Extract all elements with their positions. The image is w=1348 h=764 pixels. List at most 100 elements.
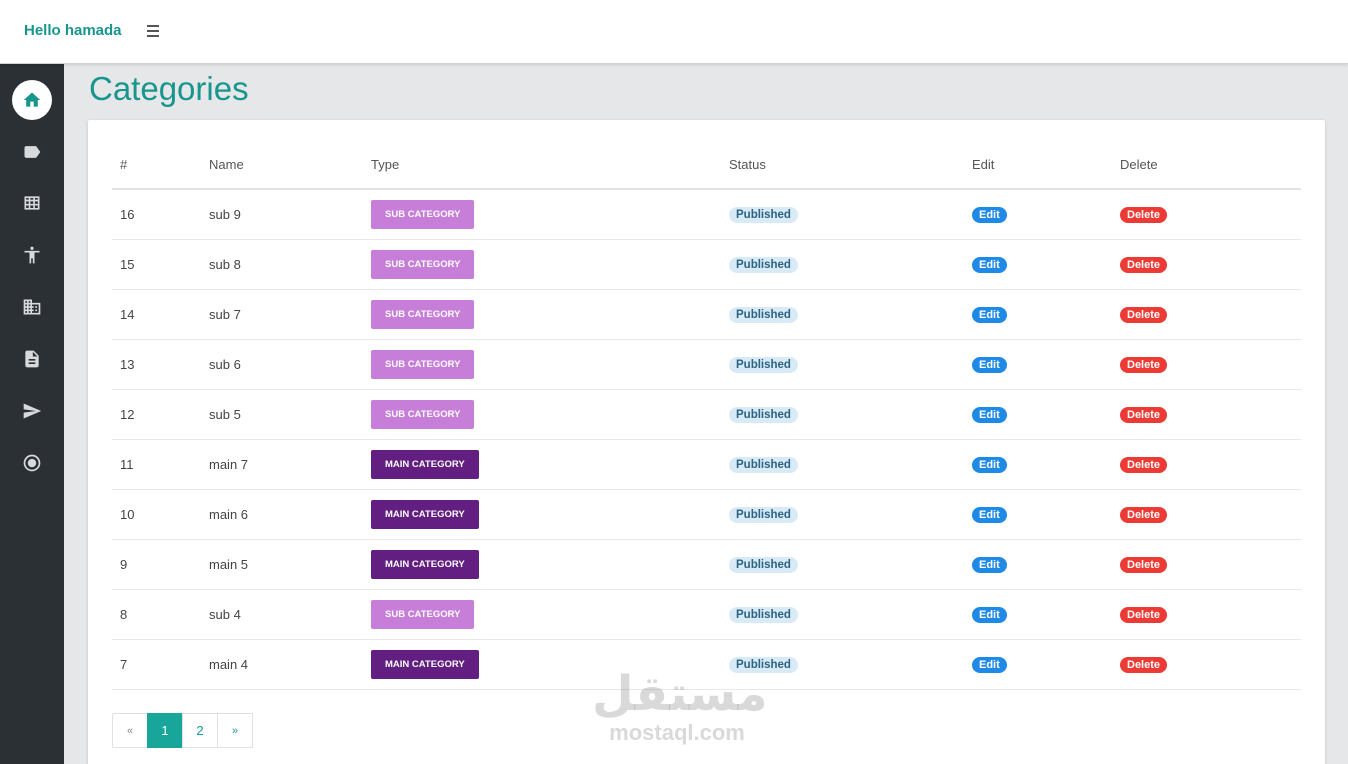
delete-button[interactable]: Delete (1120, 456, 1168, 473)
row-edit-cell: Edit (964, 239, 1112, 290)
category-type-badge: SUB CATEGORY (371, 399, 475, 429)
sidebar-item-home[interactable] (12, 80, 52, 120)
row-status-cell: Published (721, 239, 964, 290)
header-edit: Edit (964, 140, 1112, 190)
edit-button[interactable]: Edit (972, 606, 1007, 623)
row-delete-cell: Delete (1112, 639, 1301, 690)
status-badge: Published (729, 206, 798, 223)
delete-button[interactable]: Delete (1120, 356, 1168, 373)
row-status-cell: Published (721, 289, 964, 340)
edit-button[interactable]: Edit (972, 456, 1007, 473)
row-id: 9 (112, 539, 201, 590)
row-name: sub 5 (201, 389, 363, 440)
radio-button-icon (23, 454, 41, 472)
row-type-cell: SUB CATEGORY (363, 589, 721, 640)
delete-button[interactable]: Delete (1120, 606, 1168, 623)
header-name: Name (201, 140, 363, 190)
sidebar (0, 64, 64, 764)
sidebar-item-tables[interactable] (12, 183, 52, 223)
header-type: Type (363, 140, 721, 190)
status-badge: Published (729, 356, 798, 373)
row-delete-cell: Delete (1112, 539, 1301, 590)
table-row: 9 main 5 MAIN CATEGORY Published Edit Delete (112, 539, 1301, 590)
sidebar-item-send[interactable] (12, 391, 52, 431)
row-edit-cell: Edit (964, 489, 1112, 540)
building-icon (23, 299, 41, 315)
table-row: 14 sub 7 SUB CATEGORY Published Edit Delete (112, 289, 1301, 340)
row-status-cell: Published (721, 389, 964, 440)
delete-button[interactable]: Delete (1120, 256, 1168, 273)
header-delete: Delete (1112, 140, 1301, 190)
delete-button[interactable]: Delete (1120, 556, 1168, 573)
brand-greeting[interactable]: Hello hamada (24, 22, 122, 39)
status-badge: Published (729, 456, 798, 473)
table-row: 12 sub 5 SUB CATEGORY Published Edit Delete (112, 389, 1301, 440)
edit-button[interactable]: Edit (972, 556, 1007, 573)
table-body: 16 sub 9 SUB CATEGORY Published Edit Delete 15… (112, 189, 1301, 690)
pagination-page-1[interactable]: 1 (147, 713, 183, 748)
edit-button[interactable]: Edit (972, 306, 1007, 323)
row-name: sub 8 (201, 239, 363, 290)
sidebar-item-accessibility[interactable] (12, 235, 52, 275)
status-badge: Published (729, 406, 798, 423)
delete-button[interactable]: Delete (1120, 306, 1168, 323)
edit-button[interactable]: Edit (972, 506, 1007, 523)
menu-toggle-icon[interactable] (147, 25, 163, 39)
category-type-badge: MAIN CATEGORY (371, 649, 479, 679)
watermark-logo: مستقل mostaql.com (592, 666, 768, 746)
row-edit-cell: Edit (964, 339, 1112, 390)
row-status-cell: Published (721, 189, 964, 240)
send-icon (23, 403, 42, 419)
row-name: main 7 (201, 439, 363, 490)
row-status-cell: Published (721, 489, 964, 540)
row-id: 11 (112, 439, 201, 490)
delete-button[interactable]: Delete (1120, 656, 1168, 673)
header-id: # (112, 140, 201, 190)
delete-button[interactable]: Delete (1120, 206, 1168, 223)
row-delete-cell: Delete (1112, 439, 1301, 490)
row-id: 13 (112, 339, 201, 390)
sidebar-item-radio[interactable] (12, 443, 52, 483)
row-edit-cell: Edit (964, 639, 1112, 690)
edit-button[interactable]: Edit (972, 656, 1007, 673)
edit-button[interactable]: Edit (972, 406, 1007, 423)
header-status: Status (721, 140, 964, 190)
table-row: 10 main 6 MAIN CATEGORY Published Edit Delete (112, 489, 1301, 540)
status-badge: Published (729, 556, 798, 573)
row-edit-cell: Edit (964, 389, 1112, 440)
row-name: main 5 (201, 539, 363, 590)
category-type-badge: MAIN CATEGORY (371, 449, 479, 479)
row-name: sub 9 (201, 189, 363, 240)
row-type-cell: MAIN CATEGORY (363, 439, 721, 490)
page-title: Categories (89, 70, 249, 107)
row-edit-cell: Edit (964, 439, 1112, 490)
row-id: 16 (112, 189, 201, 240)
row-delete-cell: Delete (1112, 189, 1301, 240)
delete-button[interactable]: Delete (1120, 406, 1168, 423)
pagination-page-2[interactable]: 2 (182, 713, 218, 748)
row-delete-cell: Delete (1112, 339, 1301, 390)
category-type-badge: MAIN CATEGORY (371, 549, 479, 579)
table-row: 8 sub 4 SUB CATEGORY Published Edit Delete (112, 589, 1301, 640)
edit-button[interactable]: Edit (972, 356, 1007, 373)
category-type-badge: SUB CATEGORY (371, 299, 475, 329)
category-type-badge: MAIN CATEGORY (371, 499, 479, 529)
table-row: 15 sub 8 SUB CATEGORY Published Edit Delete (112, 239, 1301, 290)
table-row: 13 sub 6 SUB CATEGORY Published Edit Delete (112, 339, 1301, 390)
edit-button[interactable]: Edit (972, 256, 1007, 273)
row-delete-cell: Delete (1112, 389, 1301, 440)
watermark-arabic: مستقل (592, 666, 768, 722)
row-name: sub 7 (201, 289, 363, 340)
category-type-badge: SUB CATEGORY (371, 599, 475, 629)
delete-button[interactable]: Delete (1120, 506, 1168, 523)
edit-button[interactable]: Edit (972, 206, 1007, 223)
sidebar-item-documents[interactable] (12, 339, 52, 379)
sidebar-item-business[interactable] (12, 287, 52, 327)
status-badge: Published (729, 306, 798, 323)
table-row: 16 sub 9 SUB CATEGORY Published Edit Delete (112, 189, 1301, 240)
pagination-next[interactable]: » (217, 713, 253, 748)
top-bar: Hello hamada (0, 0, 1348, 64)
pagination-prev[interactable]: « (112, 713, 148, 748)
sidebar-item-tags[interactable] (12, 132, 52, 172)
category-type-badge: SUB CATEGORY (371, 199, 475, 229)
